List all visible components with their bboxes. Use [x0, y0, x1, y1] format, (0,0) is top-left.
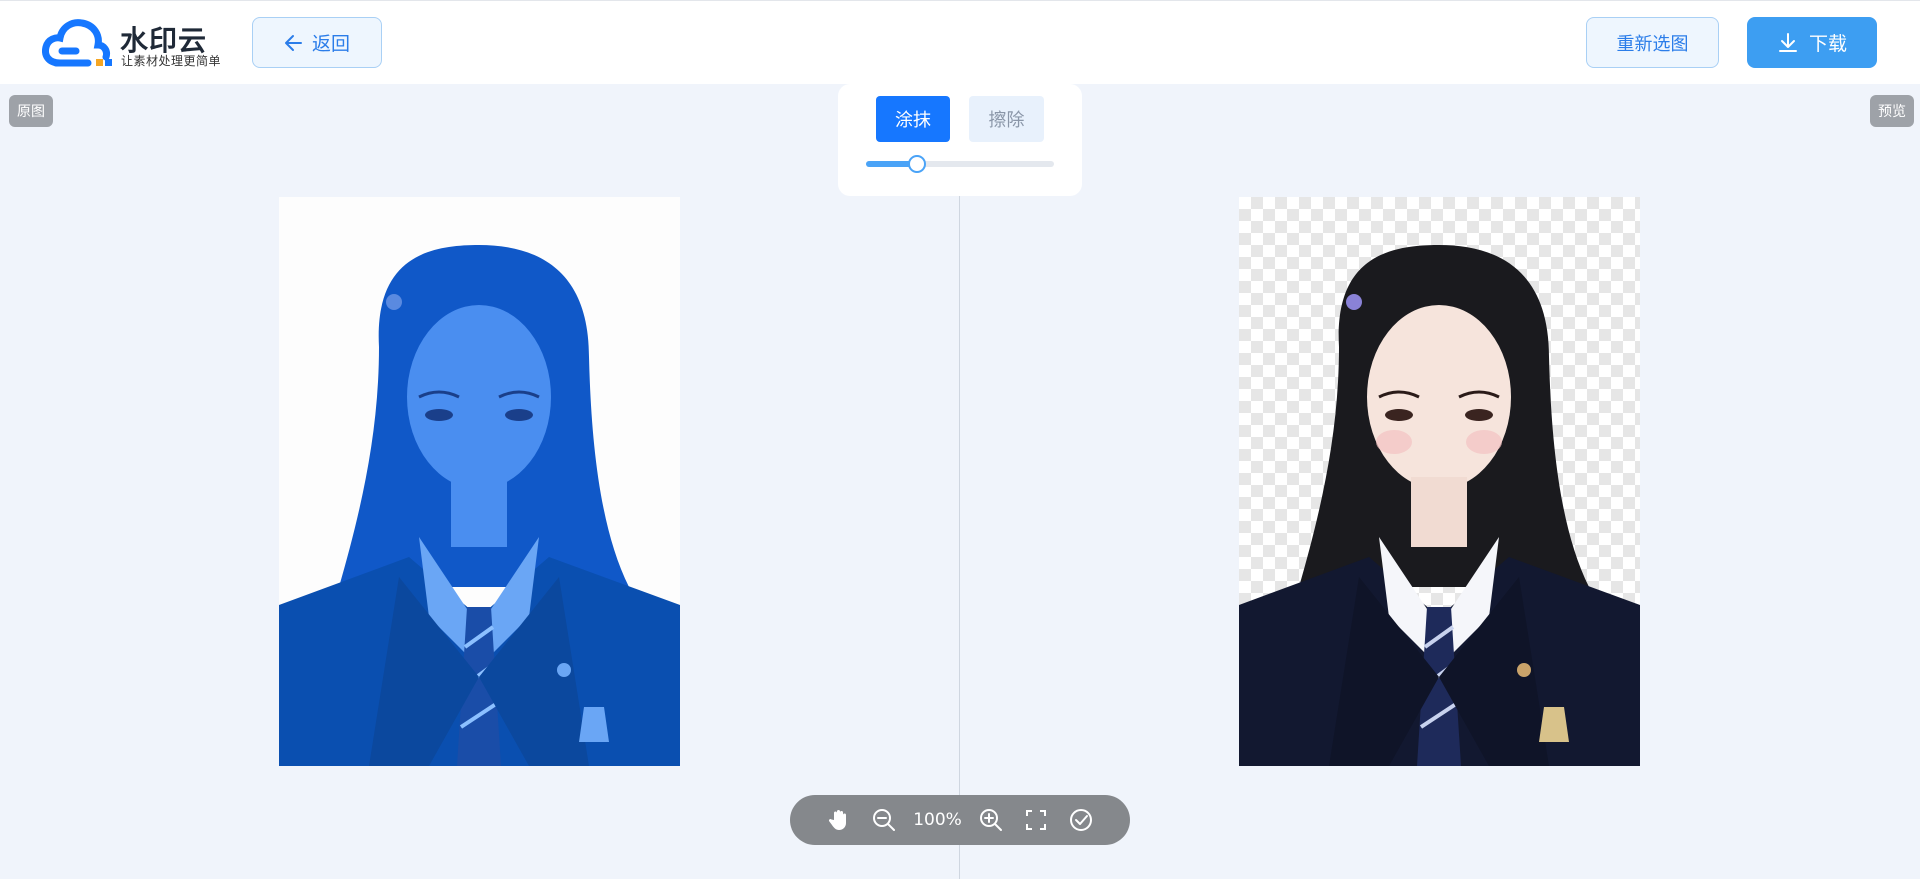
- top-header: 水印云 让素材处理更简单 返回 重新选图 下载: [0, 0, 1920, 84]
- preview-label: 预览: [1870, 95, 1914, 127]
- zoom-out-icon: [873, 809, 895, 831]
- reselect-image-button[interactable]: 重新选图: [1586, 17, 1719, 68]
- zoom-level: 100%: [913, 810, 962, 830]
- original-image[interactable]: [279, 197, 680, 766]
- fit-screen-button[interactable]: [1014, 795, 1059, 845]
- paint-mode-button[interactable]: 涂抹: [876, 96, 950, 142]
- confirm-icon: [1070, 809, 1092, 831]
- download-button-label: 下载: [1808, 33, 1847, 55]
- original-portrait-image: [279, 245, 680, 766]
- brush-size-slider[interactable]: [866, 155, 1054, 173]
- pan-tool-button[interactable]: [817, 795, 862, 845]
- back-button-label: 返回: [311, 33, 350, 55]
- download-icon: [1778, 32, 1797, 52]
- erase-mode-button[interactable]: 擦除: [969, 96, 1044, 142]
- logo-subtitle: 让素材处理更简单: [121, 54, 222, 68]
- app-logo[interactable]: 水印云 让素材处理更简单: [42, 17, 222, 71]
- preview-portrait-image: [1239, 245, 1640, 766]
- brush-size-handle[interactable]: [907, 155, 926, 173]
- download-button[interactable]: 下载: [1747, 17, 1877, 68]
- canvas-toolbar: 100%: [790, 795, 1130, 845]
- arrow-left-icon: [284, 34, 302, 51]
- preview-image[interactable]: [1239, 197, 1640, 766]
- back-button[interactable]: 返回: [252, 17, 382, 68]
- zoom-in-button[interactable]: [969, 795, 1014, 845]
- compare-divider: [959, 190, 960, 879]
- cloud-logo-icon: [42, 19, 112, 67]
- hand-icon: [828, 810, 846, 830]
- brush-panel: 涂抹 擦除: [838, 84, 1082, 196]
- zoom-out-button[interactable]: [862, 795, 907, 845]
- confirm-button[interactable]: [1059, 795, 1104, 845]
- reselect-image-label: 重新选图: [1616, 33, 1689, 55]
- original-label: 原图: [9, 95, 53, 127]
- zoom-in-icon: [980, 809, 1002, 831]
- fit-screen-icon: [1026, 810, 1046, 830]
